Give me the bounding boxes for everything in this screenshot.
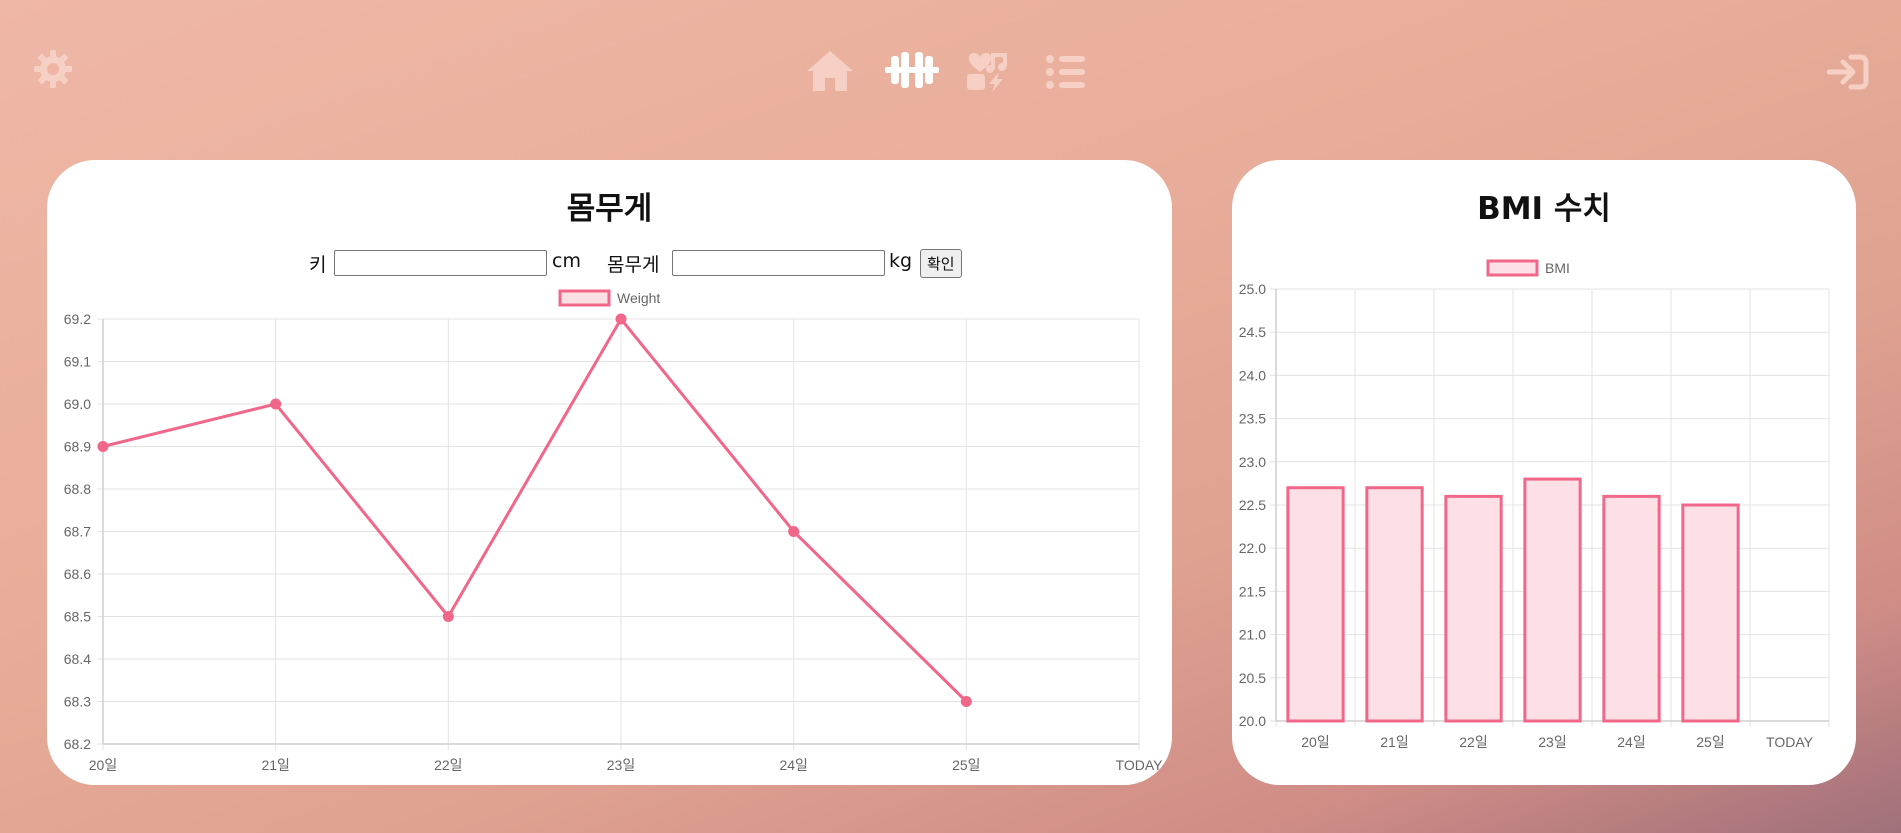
y-tick-label: 68.5	[64, 609, 91, 625]
weight-line-chart: Weight 69.2 69.1 69.0 68.9 68.8 68.7 68.6 68.5 6…	[64, 289, 1164, 773]
legend-label: BMI	[1545, 260, 1570, 276]
y-tick-label: 69.0	[64, 396, 91, 412]
top-navigation	[0, 0, 1901, 140]
bmi-bar	[1523, 477, 1582, 723]
dumbbell-icon[interactable]	[884, 50, 940, 90]
y-tick-label: 69.1	[64, 354, 91, 370]
x-tick-label: 20일	[89, 757, 117, 773]
weight-card: 몸무게 키 cm 몸무게 kg 확인 Weight 69.2 69.1 69.0 68…	[47, 160, 1172, 785]
bmi-card: BMI 수치 BMI 25.0 24.5 24.0 23.5 23.0 22.5 22.0 2…	[1232, 160, 1856, 785]
y-tick-label: 68.8	[64, 481, 91, 497]
x-tick-label: TODAY	[1116, 757, 1164, 773]
bmi-bar	[1602, 494, 1661, 723]
legend-swatch	[1486, 259, 1539, 277]
x-tick-label: 23일	[607, 757, 635, 773]
x-tick-label: 25일	[952, 757, 980, 773]
y-tick-label: 24.0	[1239, 367, 1266, 383]
x-tick-label: 23일	[1538, 734, 1566, 750]
y-tick-label: 25.0	[1239, 281, 1266, 297]
y-tick-label: 21.0	[1239, 627, 1266, 643]
data-point	[788, 526, 800, 537]
gear-icon[interactable]	[30, 46, 76, 92]
bmi-bar-chart: BMI 25.0 24.5 24.0 23.5 23.0 22.5 22.0 21.5 21.0…	[1239, 259, 1830, 750]
x-tick-label: 25일	[1696, 734, 1724, 750]
data-point	[270, 398, 282, 410]
x-tick-label: 22일	[434, 757, 462, 773]
data-point	[442, 611, 454, 622]
y-tick-label: 68.2	[64, 736, 91, 752]
home-icon[interactable]	[804, 49, 856, 93]
y-tick-label: 68.7	[64, 524, 91, 540]
weight-series-line	[102, 316, 968, 703]
y-tick-label: 68.6	[64, 566, 91, 582]
data-point	[97, 441, 109, 452]
x-tick-label: 22일	[1459, 734, 1487, 750]
y-tick-label: 68.3	[64, 694, 91, 710]
list-icon[interactable]	[1044, 52, 1088, 92]
legend-label: Weight	[617, 290, 660, 306]
bmi-bar	[1444, 494, 1503, 723]
y-tick-label: 20.5	[1239, 670, 1266, 686]
x-tick-label: TODAY	[1766, 734, 1814, 750]
y-tick-label: 24.5	[1239, 324, 1266, 340]
bmi-bar	[1286, 486, 1345, 723]
y-tick-label: 22.5	[1239, 497, 1266, 513]
legend-swatch	[558, 289, 611, 307]
bmi-bar	[1681, 503, 1740, 723]
y-tick-label: 21.5	[1239, 583, 1266, 599]
heart-music-icon[interactable]	[964, 50, 1010, 92]
y-tick-label: 23.5	[1239, 411, 1266, 427]
x-tick-label: 21일	[261, 757, 289, 773]
data-point	[960, 696, 972, 707]
y-tick-label: 20.0	[1239, 713, 1266, 729]
y-tick-label: 68.9	[64, 439, 91, 455]
y-tick-label: 68.4	[64, 651, 91, 667]
x-tick-label: 24일	[1617, 734, 1645, 750]
data-point	[615, 313, 627, 325]
y-tick-label: 69.2	[64, 311, 91, 327]
sign-in-icon[interactable]	[1824, 52, 1870, 92]
y-tick-label: 23.0	[1239, 454, 1266, 470]
x-tick-label: 20일	[1301, 734, 1329, 750]
x-tick-label: 24일	[779, 757, 807, 773]
bmi-bar	[1365, 486, 1424, 723]
x-tick-label: 21일	[1380, 734, 1408, 750]
y-tick-label: 22.0	[1239, 540, 1266, 556]
